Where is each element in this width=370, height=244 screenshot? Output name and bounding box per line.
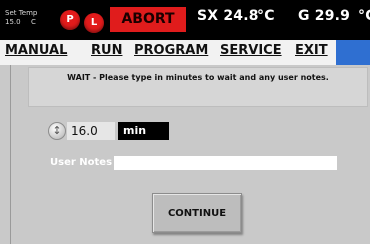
user-notes-input[interactable] — [114, 156, 337, 170]
abort-button[interactable]: ABORT — [110, 7, 186, 32]
menu-run[interactable]: RUN — [91, 43, 122, 58]
menu-exit[interactable]: EXIT — [295, 43, 328, 58]
minutes-field[interactable]: 16.0 — [67, 122, 115, 140]
menu-program[interactable]: PROGRAM — [134, 43, 208, 58]
user-notes-label: User Notes — [50, 157, 113, 168]
minutes-unit: min — [118, 122, 169, 140]
menu-accent-block — [336, 40, 370, 65]
instruction-text: WAIT - Please type in minutes to wait an… — [67, 73, 329, 82]
menu-service[interactable]: SERVICE — [220, 43, 282, 58]
instruction-panel: WAIT - Please type in minutes to wait an… — [28, 67, 368, 107]
continue-button[interactable]: CONTINUE — [152, 193, 242, 233]
setpoint-unit: C — [31, 18, 36, 26]
l-indicator[interactable]: L — [84, 13, 104, 33]
menu-manual[interactable]: MANUAL — [5, 43, 67, 58]
wait-screen: Set Temp 15.0 C P L ABORT SX 24.8 °C G 2… — [0, 0, 370, 244]
g-temperature: G 29.9 — [298, 8, 351, 24]
sx-unit: °C — [257, 8, 275, 24]
setpoint-label: Set Temp — [5, 9, 38, 17]
status-bar: Set Temp 15.0 C P L ABORT SX 24.8 °C G 2… — [0, 0, 370, 40]
setpoint-readout: Set Temp 15.0 C — [5, 9, 37, 27]
spinner-icon[interactable]: ↕ — [48, 122, 66, 140]
content-divider — [10, 65, 11, 244]
p-indicator[interactable]: P — [60, 10, 80, 30]
menu-bar: MANUAL RUN PROGRAM SERVICE EXIT — [0, 40, 370, 65]
sx-temperature: SX 24.8 — [197, 8, 259, 24]
g-unit: °C — [358, 8, 370, 24]
